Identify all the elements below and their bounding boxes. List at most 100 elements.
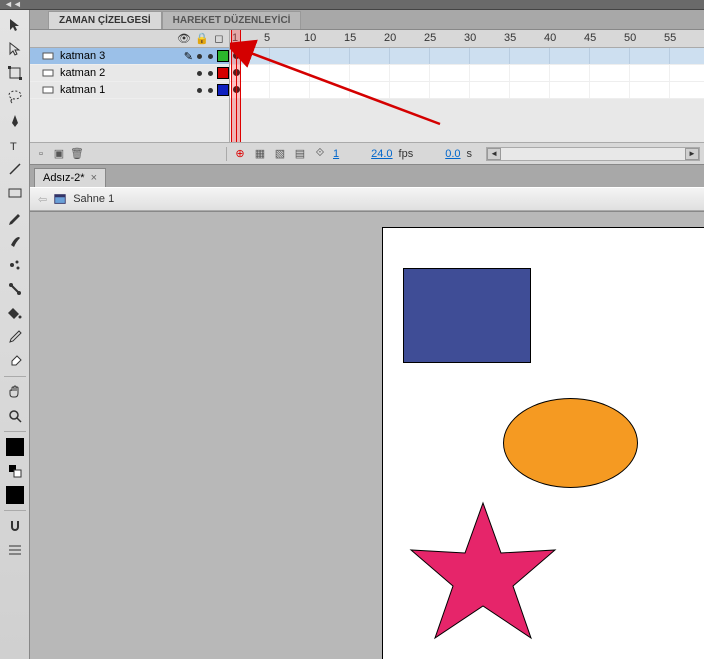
subselection-tool[interactable]: [4, 38, 26, 60]
ellipse-shape[interactable]: [503, 398, 638, 488]
lock-dot[interactable]: [208, 88, 213, 93]
layer-row[interactable]: katman 2: [30, 65, 229, 82]
fps-value[interactable]: 24.0: [371, 148, 392, 160]
fps-unit: fps: [399, 148, 414, 160]
layer-icon: [42, 67, 54, 79]
fill-swatch[interactable]: [6, 486, 24, 504]
timeline-footer: ▫ ▣ 🗑 ⊕ ▦ ▧ ▤ ⟐ 1 24.0 fps 0.0 s ◄ ►: [30, 142, 704, 164]
line-tool[interactable]: [4, 158, 26, 180]
scene-name[interactable]: Sahne 1: [73, 193, 114, 205]
new-folder-button[interactable]: ▣: [52, 147, 66, 161]
visibility-dot[interactable]: [197, 71, 202, 76]
layer-row[interactable]: katman 1: [30, 82, 229, 99]
frame-row[interactable]: [230, 82, 704, 99]
free-transform-tool[interactable]: [4, 62, 26, 84]
paint-bucket-tool[interactable]: [4, 302, 26, 324]
brush-tool[interactable]: [4, 230, 26, 252]
timeline-scrollbar[interactable]: ◄ ►: [486, 147, 700, 161]
layer-icon: [42, 84, 54, 96]
star-shape[interactable]: [403, 498, 563, 653]
ruler-tick: 50: [624, 32, 636, 44]
document-tab-label: Adsız-2*: [43, 172, 85, 184]
options-tool[interactable]: [4, 539, 26, 561]
layer-name: katman 1: [58, 84, 193, 96]
separator: [226, 147, 227, 161]
frames-empty: [230, 99, 704, 142]
scroll-left-button[interactable]: ◄: [487, 148, 501, 160]
layer-name: katman 2: [58, 67, 193, 79]
layer-color-swatch[interactable]: [217, 50, 229, 62]
onion-outline-icon[interactable]: ▧: [273, 147, 287, 161]
text-tool[interactable]: T: [4, 134, 26, 156]
ruler-tick: 25: [424, 32, 436, 44]
selection-tool[interactable]: [4, 14, 26, 36]
scroll-right-button[interactable]: ►: [685, 148, 699, 160]
lock-dot[interactable]: [208, 71, 213, 76]
eraser-tool[interactable]: [4, 350, 26, 372]
stroke-swatch[interactable]: [6, 438, 24, 456]
ruler-tick: 5: [264, 32, 270, 44]
panel-tabs: ZAMAN ÇİZELGESİ HAREKET DÜZENLEYİCİ: [30, 10, 704, 30]
document-tab[interactable]: Adsız-2* ×: [34, 168, 106, 187]
bone-tool[interactable]: [4, 278, 26, 300]
tab-timeline[interactable]: ZAMAN ÇİZELGESİ: [48, 11, 162, 29]
lasso-tool[interactable]: [4, 86, 26, 108]
back-arrow-icon[interactable]: ⇦: [38, 193, 47, 206]
zoom-tool[interactable]: [4, 405, 26, 427]
frame-row[interactable]: [230, 48, 704, 65]
outline-header-icon[interactable]: ◻: [213, 32, 225, 45]
frames-column: 1510152025303540455055: [230, 30, 704, 142]
lock-dot[interactable]: [208, 54, 213, 59]
close-tab-button[interactable]: ×: [91, 172, 97, 184]
stage[interactable]: [382, 227, 704, 659]
tab-motion-editor[interactable]: HAREKET DÜZENLEYİCİ: [162, 11, 302, 29]
timeline-panel: 👁 🔒 ◻ katman 3 ✎ katman 2 katman 1 15101…: [30, 30, 704, 165]
separator: [4, 376, 26, 377]
layer-row[interactable]: katman 3 ✎: [30, 48, 229, 65]
center-frame-icon[interactable]: ⊕: [233, 147, 247, 161]
layer-column: 👁 🔒 ◻ katman 3 ✎ katman 2 katman 1: [30, 30, 230, 142]
layer-header: 👁 🔒 ◻: [30, 30, 229, 48]
ruler-tick: 10: [304, 32, 316, 44]
edit-multiple-icon[interactable]: ▤: [293, 147, 307, 161]
layer-icon: [42, 50, 54, 62]
document-tabs: Adsız-2* ×: [30, 165, 704, 187]
frame-ruler[interactable]: 1510152025303540455055: [230, 30, 704, 48]
modify-markers-icon[interactable]: ⟐: [313, 147, 327, 161]
tools-panel: T: [0, 10, 30, 659]
frame-row[interactable]: [230, 65, 704, 82]
time-value[interactable]: 0.0: [445, 148, 460, 160]
scene-icon: [53, 192, 67, 206]
layer-color-swatch[interactable]: [217, 84, 229, 96]
rectangle-shape[interactable]: [403, 268, 531, 363]
delete-layer-button[interactable]: 🗑: [70, 147, 84, 161]
ruler-tick: 15: [344, 32, 356, 44]
lock-header-icon[interactable]: 🔒: [195, 32, 207, 45]
separator: [4, 510, 26, 511]
collapse-bar[interactable]: ◄◄: [0, 0, 704, 10]
snap-tool[interactable]: [4, 515, 26, 537]
pen-tool[interactable]: [4, 110, 26, 132]
new-layer-button[interactable]: ▫: [34, 147, 48, 161]
rectangle-tool[interactable]: [4, 182, 26, 204]
playhead-line: [236, 48, 237, 142]
onion-skin-icon[interactable]: ▦: [253, 147, 267, 161]
deco-tool[interactable]: [4, 254, 26, 276]
main-area: ZAMAN ÇİZELGESİ HAREKET DÜZENLEYİCİ 👁 🔒 …: [30, 10, 704, 659]
time-unit: s: [467, 148, 473, 160]
current-frame[interactable]: 1: [333, 148, 339, 160]
visibility-header-icon[interactable]: 👁: [177, 32, 189, 45]
eyedropper-tool[interactable]: [4, 326, 26, 348]
layer-color-swatch[interactable]: [217, 67, 229, 79]
visibility-dot[interactable]: [197, 54, 202, 59]
ruler-tick: 40: [544, 32, 556, 44]
ruler-tick: 55: [664, 32, 676, 44]
separator: [4, 431, 26, 432]
pencil-tool[interactable]: [4, 206, 26, 228]
pencil-icon: ✎: [184, 50, 193, 63]
swap-colors[interactable]: [4, 460, 26, 482]
stage-area[interactable]: [30, 211, 704, 659]
visibility-dot[interactable]: [197, 88, 202, 93]
hand-tool[interactable]: [4, 381, 26, 403]
edit-bar: ⇦ Sahne 1: [30, 187, 704, 211]
